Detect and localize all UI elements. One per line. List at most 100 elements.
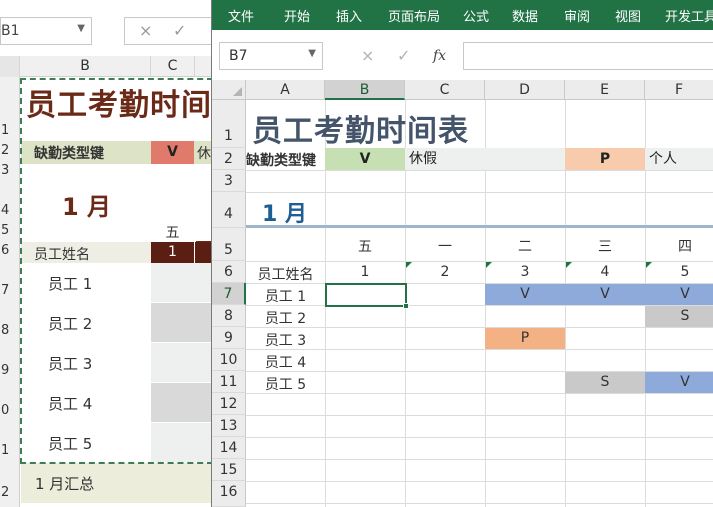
error-indicator-icon[interactable]	[646, 262, 652, 268]
day-cell[interactable]: 1	[325, 264, 405, 280]
row-header[interactable]: 1	[0, 123, 20, 138]
gridline	[246, 459, 713, 460]
row-header[interactable]: 12	[212, 393, 246, 415]
employee-name[interactable]: 员工 1	[246, 286, 325, 306]
row-header[interactable]: 1	[0, 443, 20, 458]
function-icon[interactable]: fx	[433, 48, 446, 64]
copy-marquee	[20, 78, 213, 464]
row-header[interactable]: 5	[212, 228, 246, 261]
back-row-headers: 1 2 3 4 5 6 7 8 9 0 1 2	[0, 77, 20, 507]
gridline	[246, 261, 713, 262]
tab-view[interactable]: 视图	[615, 6, 641, 25]
tab-review[interactable]: 审阅	[564, 6, 590, 25]
check-icon[interactable]: ✓	[397, 46, 410, 65]
row-header[interactable]: 2	[0, 143, 20, 158]
gridline	[246, 415, 713, 416]
day-cell[interactable]: 3	[485, 264, 565, 280]
row-header[interactable]: 16	[212, 481, 246, 507]
row-header[interactable]: 14	[212, 437, 246, 459]
row-header[interactable]: 2	[212, 148, 246, 170]
back-name-box[interactable]: B1 ▼	[0, 17, 92, 45]
error-indicator-icon[interactable]	[486, 262, 492, 268]
row-header[interactable]: 8	[212, 305, 246, 327]
error-indicator-icon[interactable]	[406, 262, 412, 268]
tab-data[interactable]: 数据	[512, 6, 538, 25]
name-header[interactable]: 员工姓名	[246, 264, 325, 284]
key-personal-desc[interactable]: 个人	[645, 148, 713, 170]
absence-mark[interactable]: S	[645, 308, 713, 324]
col-header-a[interactable]: A	[246, 80, 325, 100]
tab-file[interactable]: 文件	[228, 6, 254, 25]
row-header[interactable]: 3	[0, 163, 20, 178]
col-header-f[interactable]: F	[645, 80, 713, 100]
absence-mark[interactable]: V	[645, 374, 713, 390]
col-header-b[interactable]: B	[20, 56, 151, 77]
day-cell[interactable]: 2	[405, 264, 485, 280]
error-indicator-icon[interactable]	[566, 262, 572, 268]
tab-insert[interactable]: 插入	[336, 6, 362, 25]
row-header-selected[interactable]: 7	[212, 283, 246, 305]
col-header-e[interactable]: E	[565, 80, 645, 100]
cancel-icon[interactable]: ×	[139, 21, 152, 40]
tab-page-layout[interactable]: 页面布局	[388, 6, 440, 25]
month-label: 1 月	[262, 202, 307, 227]
absence-mark[interactable]: S	[565, 374, 645, 390]
row-header[interactable]: 15	[212, 459, 246, 481]
row-header[interactable]: 8	[0, 323, 20, 338]
weekday-cell[interactable]: 三	[565, 236, 645, 256]
select-all-corner[interactable]	[0, 56, 20, 77]
fill-handle[interactable]	[403, 303, 409, 309]
col-header-d[interactable]: D	[485, 80, 565, 100]
key-vacation-code[interactable]: V	[325, 148, 405, 170]
weekday-cell[interactable]: 一	[405, 236, 485, 256]
row-header[interactable]: 5	[0, 223, 20, 238]
col-header-c[interactable]: C	[151, 56, 195, 77]
row-header[interactable]: 6	[0, 243, 20, 258]
key-vacation-desc[interactable]: 休假	[405, 148, 565, 170]
back-formula-bar[interactable]: × ✓	[124, 17, 213, 45]
row-header[interactable]: 2	[0, 485, 20, 500]
absence-mark[interactable]: V	[485, 286, 565, 302]
day-cell[interactable]: 4	[565, 264, 645, 280]
row-header[interactable]: 1	[212, 100, 246, 148]
weekday-cell[interactable]: 二	[485, 236, 565, 256]
employee-name[interactable]: 员工 4	[246, 352, 325, 372]
employee-name[interactable]: 员工 5	[246, 374, 325, 394]
absence-mark[interactable]: P	[485, 330, 565, 346]
row-header[interactable]: 4	[212, 192, 246, 228]
weekday-cell[interactable]: 四	[645, 236, 713, 256]
key-personal-code[interactable]: P	[565, 148, 645, 170]
row-header[interactable]: 7	[0, 283, 20, 298]
row-header[interactable]: 11	[212, 371, 246, 393]
row-header[interactable]: 9	[212, 327, 246, 349]
formula-input[interactable]	[463, 42, 713, 70]
absence-mark[interactable]: V	[565, 286, 645, 302]
weekday-cell[interactable]: 五	[325, 236, 405, 256]
tab-home[interactable]: 开始	[284, 6, 310, 25]
key-label: 缺勤类型键	[246, 153, 316, 169]
col-header-c[interactable]: C	[405, 80, 485, 100]
name-box[interactable]: B7 ▼	[219, 42, 323, 70]
absence-mark[interactable]: V	[645, 286, 713, 302]
chevron-down-icon[interactable]: ▼	[77, 23, 85, 34]
cancel-icon[interactable]: ×	[361, 46, 374, 65]
formula-buttons: × ✓ fx	[327, 42, 463, 70]
row-header[interactable]: 13	[212, 415, 246, 437]
row-header[interactable]: 6	[212, 261, 246, 283]
row-header[interactable]: 9	[0, 363, 20, 378]
row-header[interactable]: 0	[0, 403, 20, 418]
day-cell[interactable]: 5	[645, 264, 713, 280]
row-header[interactable]: 10	[212, 349, 246, 371]
row-header[interactable]: 3	[212, 170, 246, 192]
row-header[interactable]: 4	[0, 203, 20, 218]
select-all-corner[interactable]	[212, 80, 246, 100]
tab-formulas[interactable]: 公式	[463, 6, 489, 25]
active-cell[interactable]	[325, 283, 409, 309]
check-icon[interactable]: ✓	[173, 21, 186, 40]
employee-name[interactable]: 员工 3	[246, 330, 325, 350]
employee-name[interactable]: 员工 2	[246, 308, 325, 328]
col-header-b[interactable]: B	[325, 80, 405, 100]
tab-developer[interactable]: 开发工具	[665, 6, 713, 25]
back-column-headers: B C	[0, 56, 213, 77]
chevron-down-icon[interactable]: ▼	[308, 48, 316, 59]
